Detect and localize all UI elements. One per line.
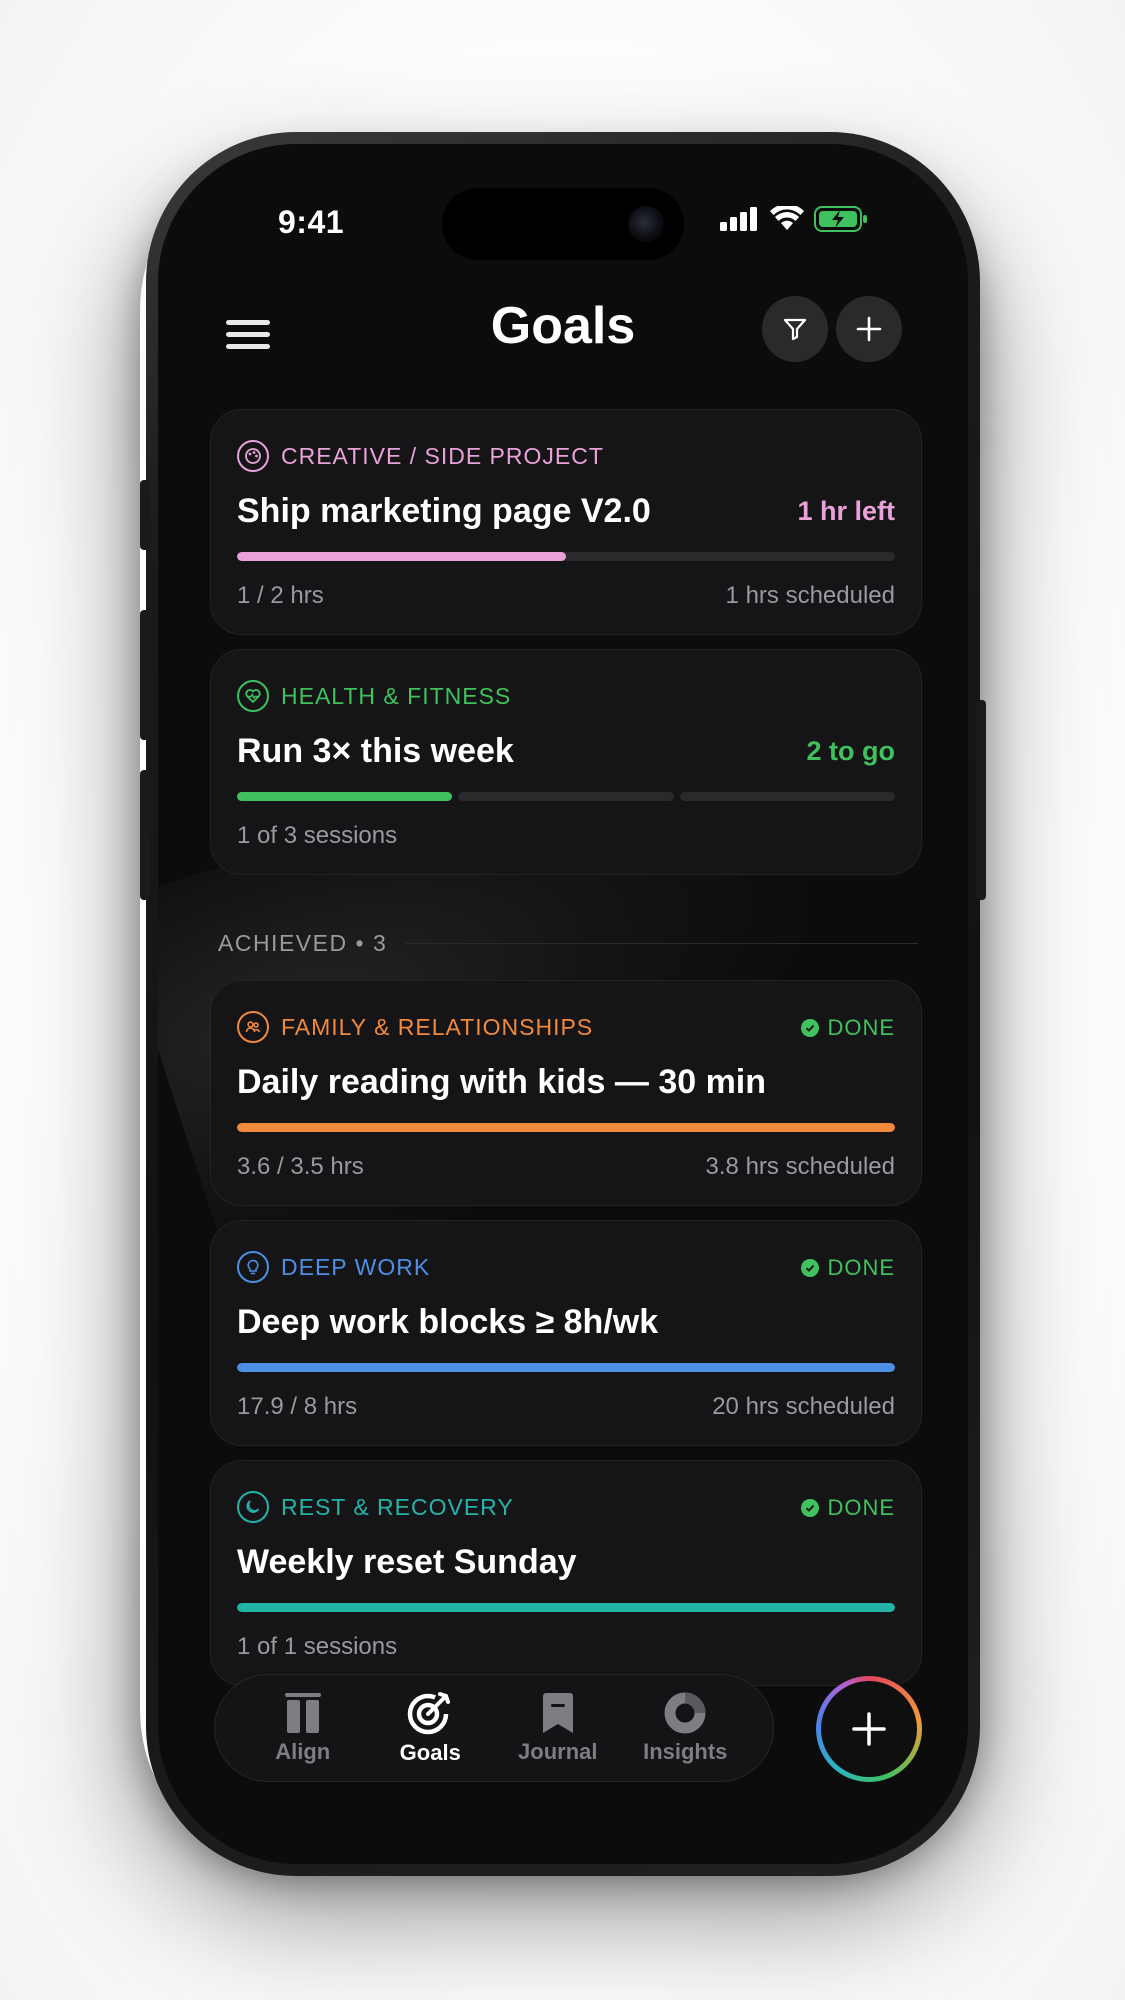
tab-label: Journal [518,1739,598,1764]
check-icon [801,1259,820,1277]
stage: 9:41 Goals CREATIVE / SIDE PROJECT Ship … [0,0,1125,2000]
moon-icon [237,1491,269,1523]
palette-icon [237,440,269,472]
camera-icon [628,206,664,242]
dynamic-island [442,188,684,260]
achieved-section-header: ACHIEVED • 3 [218,930,918,957]
screen: 9:41 Goals CREATIVE / SIDE PROJECT Ship … [158,144,968,1864]
done-badge: DONE [801,1255,895,1281]
goal-title: Ship marketing page V2.0 [237,492,651,530]
tab-label: Goals [399,1740,461,1765]
goal-title: Run 3× this week [237,732,514,770]
goal-category: FAMILY & RELATIONSHIPS [237,1011,593,1043]
check-icon [801,1019,820,1037]
bookmark-icon [542,1693,573,1733]
goal-scheduled-text: 3.8 hrs scheduled [705,1153,895,1180]
goal-category-label: REST & RECOVERY [281,1493,514,1520]
battery-charging-icon [814,206,867,232]
progress-track [237,552,895,561]
tab-insights[interactable]: Insights [630,1691,740,1765]
align-icon [284,1693,321,1733]
lightbulb-icon [237,1251,269,1283]
done-label: DONE [827,1495,895,1520]
progress-track [237,1123,895,1132]
progress-track [237,1603,895,1612]
goal-remaining: 2 to go [806,736,896,766]
done-label: DONE [827,1015,895,1040]
filter-button[interactable] [762,296,828,362]
signal-icon [720,207,757,231]
goal-card-deep-work[interactable]: DEEP WORK DONE Deep work blocks ≥ 8h/wk … [210,1220,922,1446]
side-button-volume-up [140,610,150,740]
progress-fill [237,552,566,561]
side-button-action [140,480,150,550]
progress-fill [237,1123,895,1132]
quick-add-button[interactable] [816,1676,922,1782]
tab-journal[interactable]: Journal [503,1691,613,1765]
goal-category: DEEP WORK [237,1251,430,1283]
add-goal-button[interactable] [836,296,902,362]
goal-scheduled-text: 20 hrs scheduled [712,1393,895,1420]
plus-icon [856,316,882,342]
goal-scheduled-text: 1 hrs scheduled [725,582,895,609]
achieved-count: 3 [372,930,388,956]
goal-progress-text: 17.9 / 8 hrs [237,1393,358,1420]
goal-card-family[interactable]: FAMILY & RELATIONSHIPS DONE Daily readin… [210,980,922,1206]
goal-card-health[interactable]: HEALTH & FITNESS Run 3× this week 2 to g… [210,649,922,875]
tab-align[interactable]: Align [248,1691,358,1765]
goal-progress-text: 1 / 2 hrs [237,582,324,609]
session-segment [237,792,453,801]
progress-track [237,1363,895,1372]
goal-card-creative[interactable]: CREATIVE / SIDE PROJECT Ship marketing p… [210,409,922,635]
target-icon [408,1692,451,1735]
goal-title: Daily reading with kids — 30 min [237,1063,767,1101]
done-label: DONE [827,1255,895,1280]
tab-label: Align [275,1739,331,1764]
filter-icon [783,318,807,341]
check-icon [801,1499,820,1517]
quick-add-inner [821,1681,917,1777]
session-segment [679,792,895,801]
goal-progress-text: 3.6 / 3.5 hrs [237,1153,364,1180]
session-segment [458,792,674,801]
goal-category: CREATIVE / SIDE PROJECT [237,440,604,472]
goal-progress-text: 1 of 1 sessions [237,1633,398,1660]
donut-icon [664,1692,706,1734]
goal-title: Weekly reset Sunday [237,1543,577,1581]
goal-card-rest[interactable]: REST & RECOVERY DONE Weekly reset Sunday… [210,1460,922,1686]
side-button-volume-down [140,770,150,900]
goal-category-label: CREATIVE / SIDE PROJECT [281,442,604,469]
wifi-icon [770,206,804,230]
goal-category: REST & RECOVERY [237,1491,514,1523]
goal-category-label: FAMILY & RELATIONSHIPS [281,1013,594,1040]
session-progress [237,792,895,801]
tab-bar: Align Goals Journal Insights [214,1674,774,1782]
section-divider [405,943,918,944]
people-icon [237,1011,269,1043]
tab-goals[interactable]: Goals [375,1690,485,1766]
achieved-label: ACHIEVED • 3 [218,930,387,957]
goal-category-label: HEALTH & FITNESS [281,682,512,709]
goal-progress-text: 1 of 3 sessions [237,822,398,849]
done-badge: DONE [801,1015,895,1041]
goal-category-label: DEEP WORK [281,1253,431,1280]
progress-fill [237,1603,895,1612]
plus-icon [852,1712,886,1746]
tab-label: Insights [643,1739,728,1764]
achieved-separator: • [355,930,366,956]
goal-category: HEALTH & FITNESS [237,680,511,712]
achieved-title: ACHIEVED [218,930,348,956]
goal-remaining: 1 hr left [797,496,895,526]
status-time: 9:41 [278,204,345,240]
progress-fill [237,1363,895,1372]
status-icons [720,206,868,232]
side-button-power [976,700,986,900]
done-badge: DONE [801,1495,895,1521]
goal-title: Deep work blocks ≥ 8h/wk [237,1303,659,1341]
heart-pulse-icon [237,680,269,712]
